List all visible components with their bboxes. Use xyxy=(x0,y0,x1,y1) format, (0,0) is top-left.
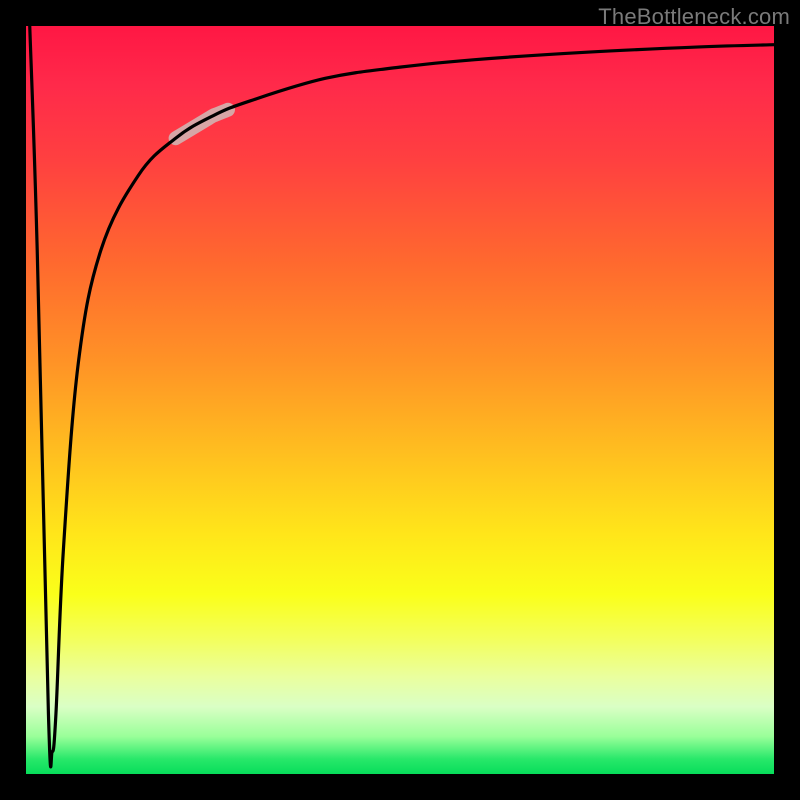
attribution-label: TheBottleneck.com xyxy=(598,4,790,30)
curve-layer xyxy=(26,26,774,774)
plot-area xyxy=(26,26,774,774)
bottleneck-curve xyxy=(30,26,774,767)
chart-stage: TheBottleneck.com xyxy=(0,0,800,800)
